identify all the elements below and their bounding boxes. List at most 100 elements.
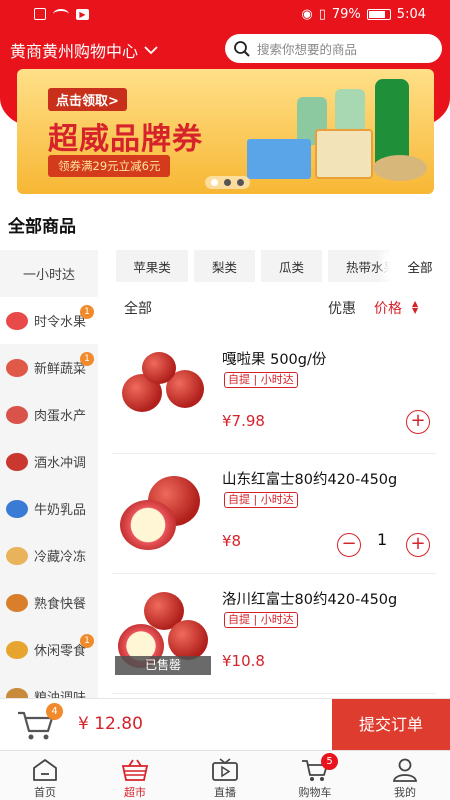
sidebar-item-label: 新鲜蔬菜	[34, 362, 87, 377]
sidebar-item-grain[interactable]: 粮油调味	[0, 673, 98, 698]
product-name: 山东红富士80约420-450g	[222, 472, 398, 488]
nav-cart[interactable]: 5 购物车	[270, 751, 360, 800]
sidebar-item-label: 冷藏冷冻	[34, 550, 87, 565]
cart-count-badge: 4	[46, 703, 63, 720]
meat-icon	[6, 405, 28, 424]
fruit-icon	[6, 311, 28, 330]
search-icon	[234, 40, 250, 57]
product-name: 嘎啦果 500g/份	[222, 352, 327, 368]
product-image-shandong-fuji	[118, 470, 206, 556]
sidebar-item-label: 休闲零食	[34, 644, 87, 659]
product-box-image	[247, 139, 311, 179]
cart-total: ¥ 12.80	[78, 714, 143, 734]
sidebar-item-one-hour[interactable]: 一小时达	[0, 250, 98, 297]
user-icon	[392, 758, 418, 782]
sidebar-item-snacks[interactable]: 休闲零食 1	[0, 626, 98, 673]
sold-out-label: 已售罄	[115, 656, 211, 675]
product-image-gala-apple	[118, 350, 206, 436]
nav-label: 直播	[214, 786, 236, 799]
coil-image	[373, 155, 427, 181]
sidebar-item-label: 一小时达	[22, 268, 75, 283]
sidebar-item-label: 熟食快餐	[34, 597, 87, 612]
sidebar-item-seasonal-fruit[interactable]: 时令水果 1	[0, 297, 98, 344]
increase-quantity-button[interactable]: +	[406, 533, 430, 557]
tab-pears[interactable]: 梨类	[194, 250, 255, 282]
cart-bar: 4 ¥ 12.80 提交订单	[0, 698, 450, 751]
add-to-cart-button[interactable]: +	[406, 410, 430, 434]
vibrate-icon: ▯	[318, 7, 326, 22]
product-price: ¥8	[222, 532, 242, 550]
location-icon: ◉	[301, 7, 313, 22]
nav-live[interactable]: 直播	[180, 751, 270, 800]
nav-supermarket[interactable]: 超市	[90, 751, 180, 800]
sort-discount[interactable]: 优惠	[328, 298, 356, 318]
product-item[interactable]: 山东红富士80约420-450g 自提 | 小时达 ¥8 − 1 +	[112, 454, 436, 574]
category-sidebar: 一小时达 时令水果 1 新鲜蔬菜 1 肉蛋水产 酒水冲调 牛奶乳品 冷藏冷冻 熟…	[0, 250, 98, 698]
product-price: ¥10.8	[222, 652, 265, 670]
sim-icon	[34, 8, 46, 20]
nav-label: 超市	[124, 786, 146, 799]
grain-icon	[6, 687, 28, 698]
sort-all[interactable]: 全部	[124, 298, 152, 318]
sidebar-badge: 1	[80, 305, 94, 319]
sidebar-item-label: 牛奶乳品	[34, 503, 87, 518]
milk-icon	[6, 499, 28, 518]
tab-apples[interactable]: 苹果类	[116, 250, 188, 282]
sidebar-item-vegetables[interactable]: 新鲜蔬菜 1	[0, 344, 98, 391]
sort-arrows-icon: ▲ ▼	[412, 299, 419, 315]
tab-melons[interactable]: 瓜类	[261, 250, 322, 282]
tv-icon	[212, 758, 238, 781]
chevron-down-icon	[144, 46, 158, 55]
product-item[interactable]: 已售罄 洛川红富士80约420-450g 自提 | 小时达 ¥10.8	[112, 574, 436, 694]
nav-profile[interactable]: 我的	[360, 751, 450, 800]
sidebar-item-dairy[interactable]: 牛奶乳品	[0, 485, 98, 532]
sort-price[interactable]: 价格	[374, 298, 402, 318]
nav-label: 首页	[34, 786, 56, 799]
store-selector[interactable]: 黄商黄州购物中心	[10, 38, 158, 62]
product-name: 洛川红富士80约420-450g	[222, 592, 398, 608]
sidebar-item-frozen[interactable]: 冷藏冷冻	[0, 532, 98, 579]
product-item[interactable]: 嘎啦果 500g/份 自提 | 小时达 ¥7.98 +	[112, 334, 436, 454]
carousel-dot	[224, 179, 231, 186]
search-input[interactable]: 搜索你想要的商品	[225, 34, 442, 63]
sidebar-item-label: 肉蛋水产	[34, 409, 87, 424]
sidebar-item-label: 时令水果	[34, 315, 87, 330]
tab-all[interactable]: 全部	[390, 250, 450, 282]
banner-subtitle: 领券满29元立减6元	[48, 155, 171, 177]
banner-title: 超威品牌券	[48, 122, 203, 157]
carousel-dot	[211, 179, 218, 186]
product-price: ¥7.98	[222, 412, 265, 430]
home-icon	[33, 759, 57, 781]
carousel-dot	[237, 179, 244, 186]
claim-coupon-button[interactable]: 点击领取>	[48, 88, 127, 111]
battery-icon	[366, 9, 391, 20]
bottom-nav: 首页 超市 直播 5 购物车 我的	[0, 750, 450, 800]
promo-banner[interactable]: 点击领取> 超威品牌券 领券满29元立减6元	[17, 69, 434, 194]
product-tags: 自提 | 小时达	[224, 612, 298, 628]
wifi-icon	[53, 8, 69, 20]
sidebar-item-drinks[interactable]: 酒水冲调	[0, 438, 98, 485]
decrease-quantity-button[interactable]: −	[337, 533, 361, 557]
vegetable-icon	[6, 358, 28, 377]
carousel-dots	[205, 176, 250, 189]
submit-order-button[interactable]: 提交订单	[332, 699, 450, 751]
status-bar: ▶ ◉ ▯ 79% 5:04	[0, 0, 450, 30]
drink-icon	[6, 452, 28, 471]
nav-label: 我的	[394, 786, 416, 799]
sidebar-item-meat[interactable]: 肉蛋水产	[0, 391, 98, 438]
snack-icon	[6, 640, 28, 659]
app-notification-icon: ▶	[76, 8, 89, 20]
product-tags: 自提 | 小时达	[224, 372, 298, 388]
product-tags: 自提 | 小时达	[224, 492, 298, 508]
deli-icon	[6, 593, 28, 612]
nav-cart-badge: 5	[321, 753, 338, 770]
store-name: 黄商黄州购物中心	[10, 42, 139, 61]
quantity-value: 1	[377, 530, 388, 549]
basket-icon	[121, 759, 149, 781]
sidebar-item-deli[interactable]: 熟食快餐	[0, 579, 98, 626]
nav-home[interactable]: 首页	[0, 751, 90, 800]
sidebar-badge: 1	[80, 634, 94, 648]
search-placeholder: 搜索你想要的商品	[257, 42, 358, 57]
lion-box-image	[315, 129, 373, 179]
sidebar-badge: 1	[80, 352, 94, 366]
